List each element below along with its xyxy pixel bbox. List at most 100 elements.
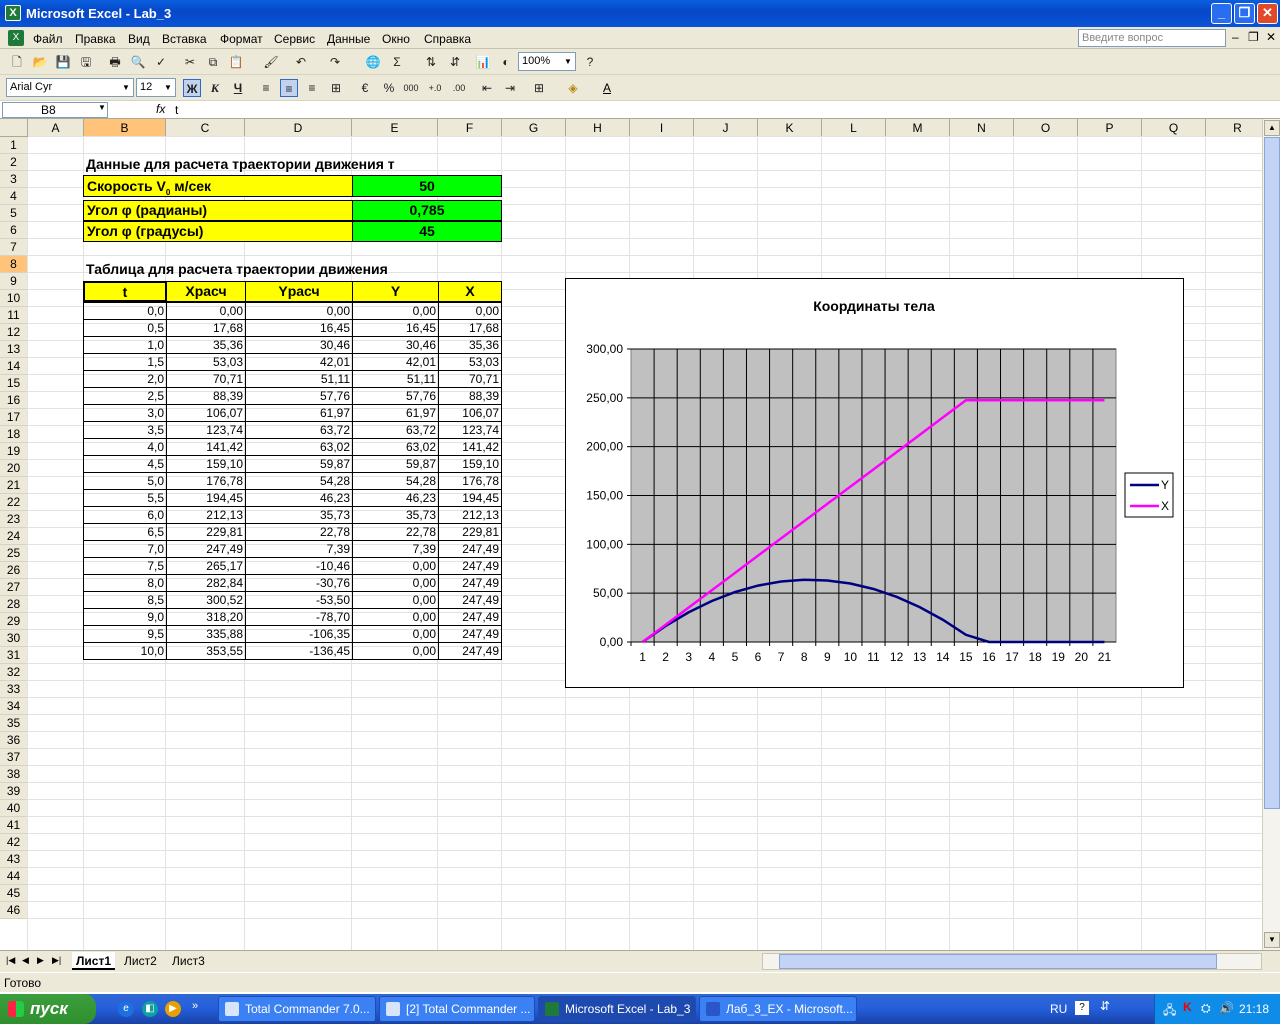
table-cell[interactable]: 265,17 bbox=[166, 557, 246, 575]
table-cell[interactable]: 17,68 bbox=[438, 319, 502, 337]
size-dropdown-icon[interactable]: ▼ bbox=[162, 80, 174, 95]
table-cell[interactable]: 247,49 bbox=[438, 591, 502, 609]
table-cell[interactable]: 5,5 bbox=[83, 489, 167, 507]
table-cell[interactable]: 0,00 bbox=[352, 625, 439, 643]
tray-extra-icon[interactable]: ⇵ bbox=[1100, 999, 1110, 1013]
fx-icon[interactable]: fx bbox=[156, 102, 165, 116]
table-cell[interactable]: 42,01 bbox=[245, 353, 353, 371]
table-cell[interactable]: 247,49 bbox=[438, 540, 502, 558]
table-cell[interactable]: 0,0 bbox=[83, 302, 167, 320]
table-cell[interactable]: 42,01 bbox=[352, 353, 439, 371]
name-box[interactable]: B8 bbox=[2, 102, 108, 118]
table-cell[interactable]: 282,84 bbox=[166, 574, 246, 592]
permission-icon[interactable]: 🖫 bbox=[77, 53, 95, 71]
table-cell[interactable]: 0,00 bbox=[352, 574, 439, 592]
chart-wizard-icon[interactable]: 📊 bbox=[474, 53, 492, 71]
table-cell[interactable]: 159,10 bbox=[166, 455, 246, 473]
table-cell[interactable]: 141,42 bbox=[166, 438, 246, 456]
table-cell[interactable]: 247,49 bbox=[438, 625, 502, 643]
speed-label-cell[interactable]: Скорость V0 м/сек bbox=[83, 175, 353, 197]
quicklaunch-more-icon[interactable]: » bbox=[192, 1000, 198, 1012]
table-cell[interactable]: 0,00 bbox=[352, 642, 439, 660]
table-cell[interactable]: 61,97 bbox=[245, 404, 353, 422]
table-cell[interactable]: 229,81 bbox=[438, 523, 502, 541]
chart-area[interactable]: Координаты тела 0,00 50,00 100,00 150,00 200,… bbox=[565, 278, 1184, 688]
undo-icon[interactable]: ↶ bbox=[292, 53, 310, 71]
task-total-commander-1[interactable]: Total Commander 7.0... bbox=[218, 996, 376, 1022]
doc-restore-icon[interactable]: ❐ bbox=[1248, 30, 1259, 44]
table-cell[interactable]: 46,23 bbox=[245, 489, 353, 507]
media-player-icon[interactable]: ▶ bbox=[165, 1001, 181, 1017]
tab-sheet2[interactable]: Лист2 bbox=[120, 952, 161, 970]
table-cell[interactable]: 9,5 bbox=[83, 625, 167, 643]
table-cell[interactable]: 353,55 bbox=[166, 642, 246, 660]
table-cell[interactable]: -136,45 bbox=[245, 642, 353, 660]
align-center-icon[interactable]: ≡ bbox=[280, 79, 298, 97]
table-cell[interactable]: 70,71 bbox=[438, 370, 502, 388]
table-cell[interactable]: 35,36 bbox=[166, 336, 246, 354]
menu-view[interactable]: Вид bbox=[128, 32, 150, 46]
menu-file[interactable]: Файл bbox=[33, 32, 63, 46]
thousands-button[interactable]: 000 bbox=[402, 79, 420, 97]
horizontal-scrollbar[interactable] bbox=[762, 953, 1262, 970]
italic-button[interactable]: К bbox=[206, 79, 224, 97]
align-right-icon[interactable]: ≡ bbox=[303, 79, 321, 97]
table-header-cell[interactable]: Xрасч bbox=[166, 281, 246, 302]
table-cell[interactable]: 57,76 bbox=[245, 387, 353, 405]
table-cell[interactable]: 63,72 bbox=[245, 421, 353, 439]
merge-center-icon[interactable]: ⊞ bbox=[327, 79, 345, 97]
table-cell[interactable]: 51,11 bbox=[245, 370, 353, 388]
table-cell[interactable]: 5,0 bbox=[83, 472, 167, 490]
table-cell[interactable]: 22,78 bbox=[352, 523, 439, 541]
table-cell[interactable]: 1,5 bbox=[83, 353, 167, 371]
table-cell[interactable]: 88,39 bbox=[438, 387, 502, 405]
drawing-icon[interactable]: ◐ bbox=[497, 53, 515, 71]
table-cell[interactable]: 123,74 bbox=[166, 421, 246, 439]
desktop-icon[interactable]: ◧ bbox=[142, 1001, 158, 1017]
table-cell[interactable]: -10,46 bbox=[245, 557, 353, 575]
hyperlink-icon[interactable]: 🌐 bbox=[364, 53, 382, 71]
table-cell[interactable]: 7,5 bbox=[83, 557, 167, 575]
bold-button[interactable]: Ж bbox=[183, 79, 201, 97]
table-cell[interactable]: 4,5 bbox=[83, 455, 167, 473]
vertical-scrollbar[interactable]: ▲ ▼ bbox=[1262, 119, 1280, 950]
task-total-commander-2[interactable]: [2] Total Commander ... bbox=[379, 996, 535, 1022]
table-cell[interactable]: 159,10 bbox=[438, 455, 502, 473]
menu-edit[interactable]: Правка bbox=[75, 32, 116, 46]
tab-sheet1[interactable]: Лист1 bbox=[72, 952, 116, 970]
table-cell[interactable]: 247,49 bbox=[438, 608, 502, 626]
sort-asc-icon[interactable]: ⇅ bbox=[422, 53, 440, 71]
table-cell[interactable]: 30,46 bbox=[352, 336, 439, 354]
table-cell[interactable]: 59,87 bbox=[245, 455, 353, 473]
cut-icon[interactable]: ✂ bbox=[181, 53, 199, 71]
angle-deg-value-cell[interactable]: 45 bbox=[352, 221, 502, 242]
safely-remove-icon[interactable]: ⛭ bbox=[1201, 1001, 1211, 1016]
speed-value-cell[interactable]: 50 bbox=[352, 175, 502, 197]
paste-icon[interactable]: 📋 bbox=[227, 53, 245, 71]
zoom-dropdown-icon[interactable]: ▼ bbox=[562, 54, 574, 69]
table-cell[interactable]: 7,0 bbox=[83, 540, 167, 558]
table-cell[interactable]: 7,39 bbox=[352, 540, 439, 558]
minimize-button[interactable]: _ bbox=[1211, 3, 1232, 24]
table-header-cell[interactable]: t bbox=[83, 281, 167, 302]
table-cell[interactable]: 318,20 bbox=[166, 608, 246, 626]
menu-format[interactable]: Формат bbox=[220, 32, 263, 46]
network-icon[interactable]: 🖧 bbox=[1163, 1001, 1176, 1022]
currency-icon[interactable]: € bbox=[356, 79, 374, 97]
table-cell[interactable]: 0,00 bbox=[352, 302, 439, 320]
table-cell[interactable]: 212,13 bbox=[438, 506, 502, 524]
help-icon[interactable]: ? bbox=[581, 53, 599, 71]
new-icon[interactable]: 🗋 bbox=[8, 53, 26, 71]
font-size-select[interactable]: 12 ▼ bbox=[136, 78, 176, 97]
menu-help[interactable]: Справка bbox=[424, 32, 471, 46]
table-cell[interactable]: 9,0 bbox=[83, 608, 167, 626]
zoom-select[interactable]: 100% ▼ bbox=[518, 52, 576, 71]
scroll-down-icon[interactable]: ▼ bbox=[1264, 932, 1280, 948]
table-cell[interactable]: 106,07 bbox=[166, 404, 246, 422]
table-cell[interactable]: 176,78 bbox=[438, 472, 502, 490]
angle-deg-label-cell[interactable]: Угол φ (градусы) bbox=[83, 221, 353, 242]
volume-icon[interactable]: 🔊 bbox=[1219, 1001, 1234, 1015]
table-cell[interactable]: 229,81 bbox=[166, 523, 246, 541]
table-cell[interactable]: 3,5 bbox=[83, 421, 167, 439]
table-cell[interactable]: 57,76 bbox=[352, 387, 439, 405]
